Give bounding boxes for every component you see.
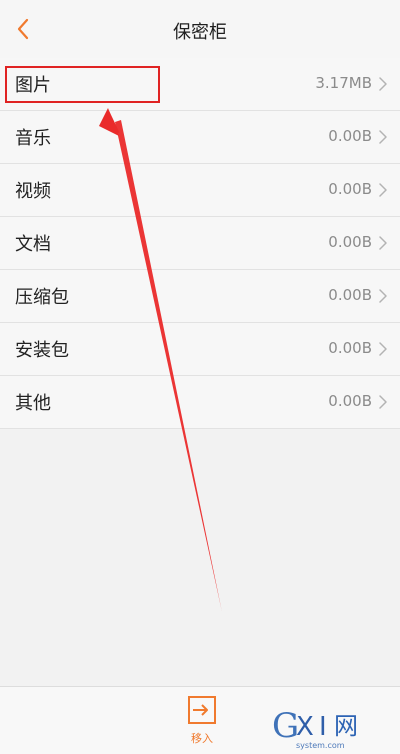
list-item-size: 0.00B bbox=[328, 339, 372, 357]
list-item-size: 0.00B bbox=[328, 286, 372, 304]
list-item-label: 视频 bbox=[15, 181, 51, 202]
move-in-label: 移入 bbox=[191, 732, 213, 745]
chevron-right-icon bbox=[379, 183, 387, 197]
list-item-label: 音乐 bbox=[15, 128, 51, 149]
header: 保密柜 bbox=[0, 0, 400, 59]
list-item-label: 其他 bbox=[15, 393, 51, 414]
list-item-size: 0.00B bbox=[328, 392, 372, 410]
list-item-size: 0.00B bbox=[328, 127, 372, 145]
enter-icon bbox=[188, 696, 216, 724]
list-item-size: 0.00B bbox=[328, 180, 372, 198]
list-item-size: 3.17MB bbox=[315, 74, 372, 92]
chevron-right-icon bbox=[379, 342, 387, 356]
list-item-documents[interactable]: 文档 0.00B bbox=[0, 217, 400, 270]
list-item-music[interactable]: 音乐 0.00B bbox=[0, 111, 400, 164]
list-item-other[interactable]: 其他 0.00B bbox=[0, 376, 400, 429]
list-item-label: 图片 bbox=[15, 75, 51, 96]
chevron-right-icon bbox=[379, 236, 387, 250]
category-list: 图片 3.17MB 音乐 0.00B 视频 0.00B 文档 0.00B 压缩包… bbox=[0, 58, 400, 429]
list-item-label: 压缩包 bbox=[15, 287, 69, 308]
chevron-right-icon bbox=[379, 130, 387, 144]
list-item-size: 0.00B bbox=[328, 233, 372, 251]
list-item-archives[interactable]: 压缩包 0.00B bbox=[0, 270, 400, 323]
list-item-video[interactable]: 视频 0.00B bbox=[0, 164, 400, 217]
app-screen: 保密柜 图片 3.17MB 音乐 0.00B 视频 0.00B 文档 0.00B… bbox=[0, 0, 400, 754]
chevron-right-icon bbox=[379, 395, 387, 409]
list-item-label: 文档 bbox=[15, 234, 51, 255]
chevron-right-icon bbox=[379, 289, 387, 303]
list-item-label: 安装包 bbox=[15, 340, 69, 361]
list-item-pictures[interactable]: 图片 3.17MB bbox=[0, 58, 400, 111]
move-in-button[interactable]: 移入 bbox=[180, 695, 224, 747]
page-title: 保密柜 bbox=[173, 22, 227, 43]
list-item-installers[interactable]: 安装包 0.00B bbox=[0, 323, 400, 376]
bottom-action-bar: 移入 bbox=[0, 686, 400, 754]
chevron-right-icon bbox=[379, 77, 387, 91]
